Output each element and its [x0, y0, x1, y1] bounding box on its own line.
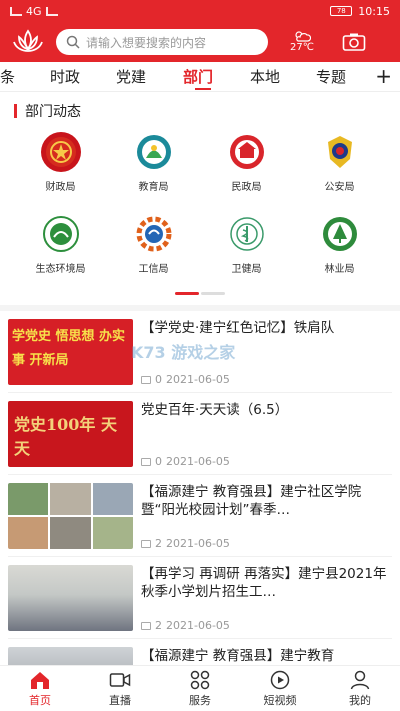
add-tab-icon[interactable]: +: [375, 64, 392, 88]
ecology-icon: [41, 214, 81, 254]
department-label: 林业局: [324, 264, 355, 275]
nav-profile[interactable]: 我的: [320, 666, 400, 711]
industry-gear-icon: [134, 214, 174, 254]
news-thumbnail: [8, 483, 133, 549]
news-title: 党史百年·天天读（6.5）: [141, 402, 289, 418]
user-icon: [350, 670, 370, 689]
nav-short-video[interactable]: 短视频: [240, 666, 320, 711]
tab-item[interactable]: 时政: [50, 66, 80, 87]
news-title: 【再学习 再调研 再落实】建宁县2021年秋季小学划片招生工…: [141, 566, 387, 600]
education-icon: [134, 132, 174, 172]
department-item[interactable]: 民政局: [200, 124, 293, 206]
nav-label: 直播: [109, 693, 131, 707]
network-label: 4G: [26, 4, 42, 18]
forestry-icon: [320, 214, 360, 254]
news-date: 2021-06-05: [166, 455, 230, 468]
tab-item[interactable]: 党建: [116, 66, 146, 87]
camera-icon[interactable]: [342, 32, 366, 52]
department-item[interactable]: 生态环境局: [14, 206, 107, 288]
app-root: 4G 78 10:15 请输入想要搜索的内容 27℃ 条 时政 党建 部门 本地…: [0, 0, 400, 711]
tab-item-active[interactable]: 部门: [183, 66, 213, 87]
news-thumbnail: 党史100年 天天: [8, 401, 133, 467]
news-item[interactable]: 【福源建宁 教育强县】建宁社区学院暨“阳光校园计划”春季… 2 2021-06-0…: [8, 475, 392, 557]
section-header: 部门动态: [0, 98, 400, 124]
tab-item[interactable]: 专题: [316, 66, 346, 87]
section-accent-bar: [14, 104, 17, 118]
comment-icon: [141, 375, 151, 384]
civil-affairs-icon: [227, 132, 267, 172]
news-item[interactable]: 学党史 悟思想 办实事 开新局 【学党史·建宁红色记忆】铁肩队 0 2021-06…: [8, 311, 392, 393]
news-date: 2021-06-05: [166, 619, 230, 632]
news-thumbnail: 学党史 悟思想 办实事 开新局: [8, 319, 133, 385]
home-icon: [31, 671, 49, 689]
nav-live[interactable]: 直播: [80, 666, 160, 711]
video-camera-icon: [109, 672, 131, 687]
comment-icon: [141, 621, 151, 630]
department-label: 生态环境局: [35, 264, 86, 275]
department-label: 卫健局: [231, 264, 262, 275]
app-header: 请输入想要搜索的内容 27℃: [0, 22, 400, 62]
category-tabs: 条 时政 党建 部门 本地 专题 +: [0, 62, 400, 92]
comment-count: 2: [155, 619, 162, 632]
comment-icon: [141, 539, 151, 548]
nav-label: 我的: [349, 693, 371, 707]
nav-label: 首页: [29, 693, 51, 707]
status-bar: 4G 78 10:15: [0, 0, 400, 22]
news-thumbnail: [8, 565, 133, 631]
comment-count: 0: [155, 455, 162, 468]
department-item[interactable]: 公安局: [293, 124, 386, 206]
news-item[interactable]: 党史100年 天天 党史百年·天天读（6.5） 0 2021-06-05: [8, 393, 392, 475]
comment-icon: [141, 457, 151, 466]
signal-icon: [10, 6, 22, 16]
status-time: 10:15: [358, 4, 390, 18]
play-circle-icon: [270, 670, 290, 689]
lotus-logo-icon[interactable]: [10, 27, 46, 57]
department-item[interactable]: 财政局: [14, 124, 107, 206]
active-tab-indicator: [195, 88, 211, 90]
page-dot-active: [175, 292, 199, 295]
temperature: 27℃: [290, 42, 314, 53]
department-label: 财政局: [45, 182, 76, 193]
search-placeholder: 请输入想要搜索的内容: [86, 35, 207, 50]
watermark: K73 游戏之家: [131, 343, 236, 362]
health-icon: [227, 214, 267, 254]
department-label: 公安局: [324, 182, 355, 193]
police-badge-icon: [320, 132, 360, 172]
search-input[interactable]: 请输入想要搜索的内容: [56, 29, 268, 55]
department-item[interactable]: 工信局: [107, 206, 200, 288]
tab-item[interactable]: 本地: [250, 66, 280, 87]
comment-count: 0: [155, 373, 162, 386]
grid-circles-icon: [190, 670, 210, 689]
department-item[interactable]: 教育局: [107, 124, 200, 206]
page-dot: [201, 292, 225, 295]
nav-label: 服务: [189, 693, 211, 707]
department-item[interactable]: 卫健局: [200, 206, 293, 288]
battery-icon: 78: [330, 6, 353, 16]
department-item[interactable]: 林业局: [293, 206, 386, 288]
news-title: 【福源建宁 教育强县】建宁社区学院暨“阳光校园计划”春季…: [141, 484, 362, 518]
emblem-icon: [40, 132, 81, 172]
news-list: 学党史 悟思想 办实事 开新局 【学党史·建宁红色记忆】铁肩队 0 2021-06…: [0, 311, 400, 711]
comment-count: 2: [155, 537, 162, 550]
department-label: 工信局: [138, 264, 169, 275]
department-label: 民政局: [231, 182, 262, 193]
department-label: 教育局: [138, 182, 169, 193]
tab-item[interactable]: 条: [0, 66, 15, 87]
news-date: 2021-06-05: [166, 373, 230, 386]
bottom-nav: 首页 直播 服务 短视频 我的: [0, 665, 400, 711]
search-icon: [66, 35, 80, 49]
signal-icon: [45, 6, 58, 16]
section-title: 部门动态: [25, 104, 81, 120]
nav-home[interactable]: 首页: [0, 666, 80, 711]
department-grid: 财政局 教育局 民政局 公安局 生态环境局 工信局 卫健局 林业局: [0, 124, 400, 288]
weather-widget[interactable]: 27℃: [290, 30, 314, 54]
nav-label: 短视频: [263, 693, 297, 707]
nav-services[interactable]: 服务: [160, 666, 240, 711]
page-indicator: [0, 292, 400, 295]
news-item[interactable]: 【再学习 再调研 再落实】建宁县2021年秋季小学划片招生工… 2 2021-06…: [8, 557, 392, 639]
top-bar: 4G 78 10:15 请输入想要搜索的内容 27℃: [0, 0, 400, 62]
cloudy-sun-icon: [295, 31, 311, 42]
news-date: 2021-06-05: [166, 537, 230, 550]
